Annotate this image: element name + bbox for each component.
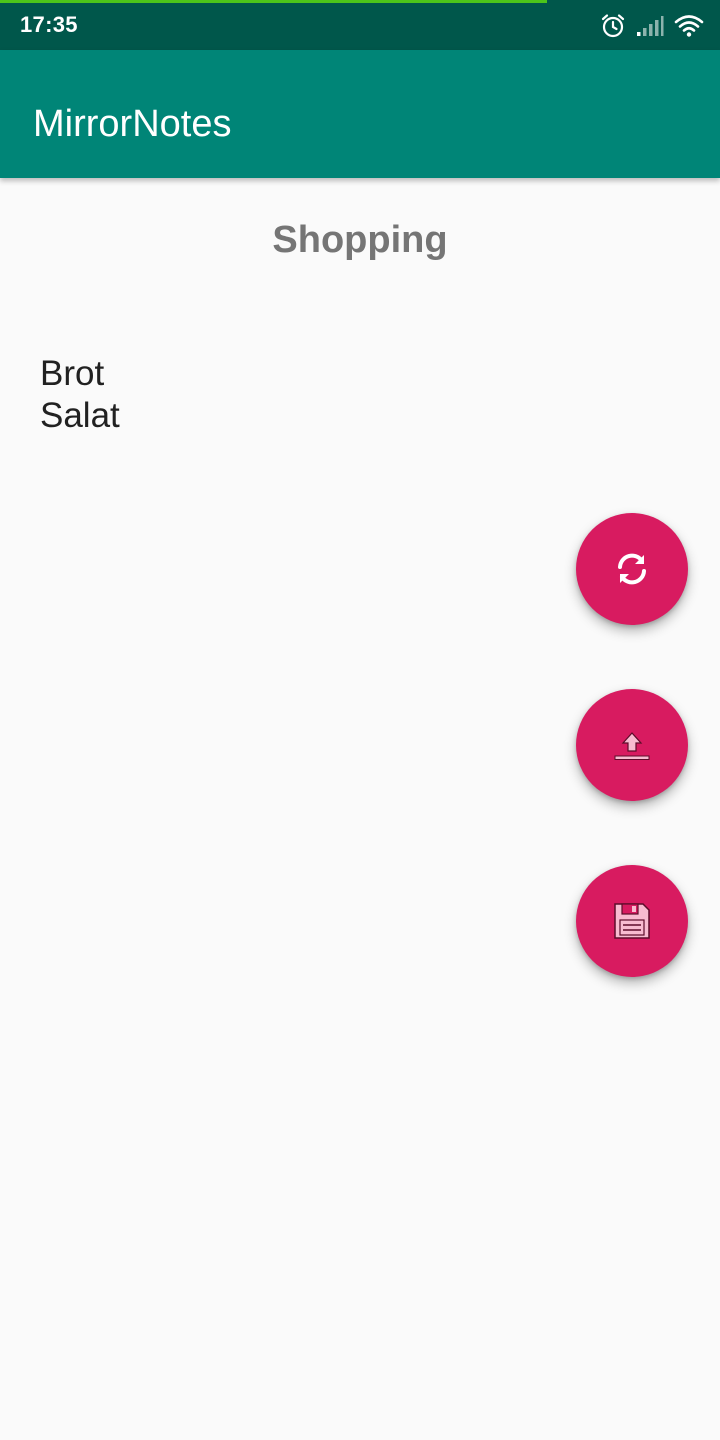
status-icons — [600, 12, 704, 40]
status-time: 17:35 — [20, 12, 78, 37]
refresh-icon — [612, 549, 652, 589]
upload-icon — [612, 725, 652, 765]
status-bar: 17:35 — [0, 0, 720, 50]
note-line: Brot — [40, 354, 105, 393]
note-line: Salat — [40, 396, 120, 435]
app-screen: 17:35 MirrorNotes Shopping Brot Salat — [0, 0, 720, 1440]
upload-button[interactable] — [576, 689, 688, 801]
note-title[interactable]: Shopping — [0, 215, 720, 265]
app-bar: MirrorNotes — [0, 50, 720, 178]
note-body[interactable]: Brot Salat — [40, 353, 540, 437]
wifi-icon — [674, 14, 704, 38]
save-button[interactable] — [576, 865, 688, 977]
refresh-button[interactable] — [576, 513, 688, 625]
alarm-icon — [600, 13, 626, 39]
cellular-signal-icon — [636, 15, 664, 37]
progress-indicator — [0, 0, 548, 3]
app-title: MirrorNotes — [33, 103, 232, 145]
floppy-disk-icon — [612, 901, 652, 941]
